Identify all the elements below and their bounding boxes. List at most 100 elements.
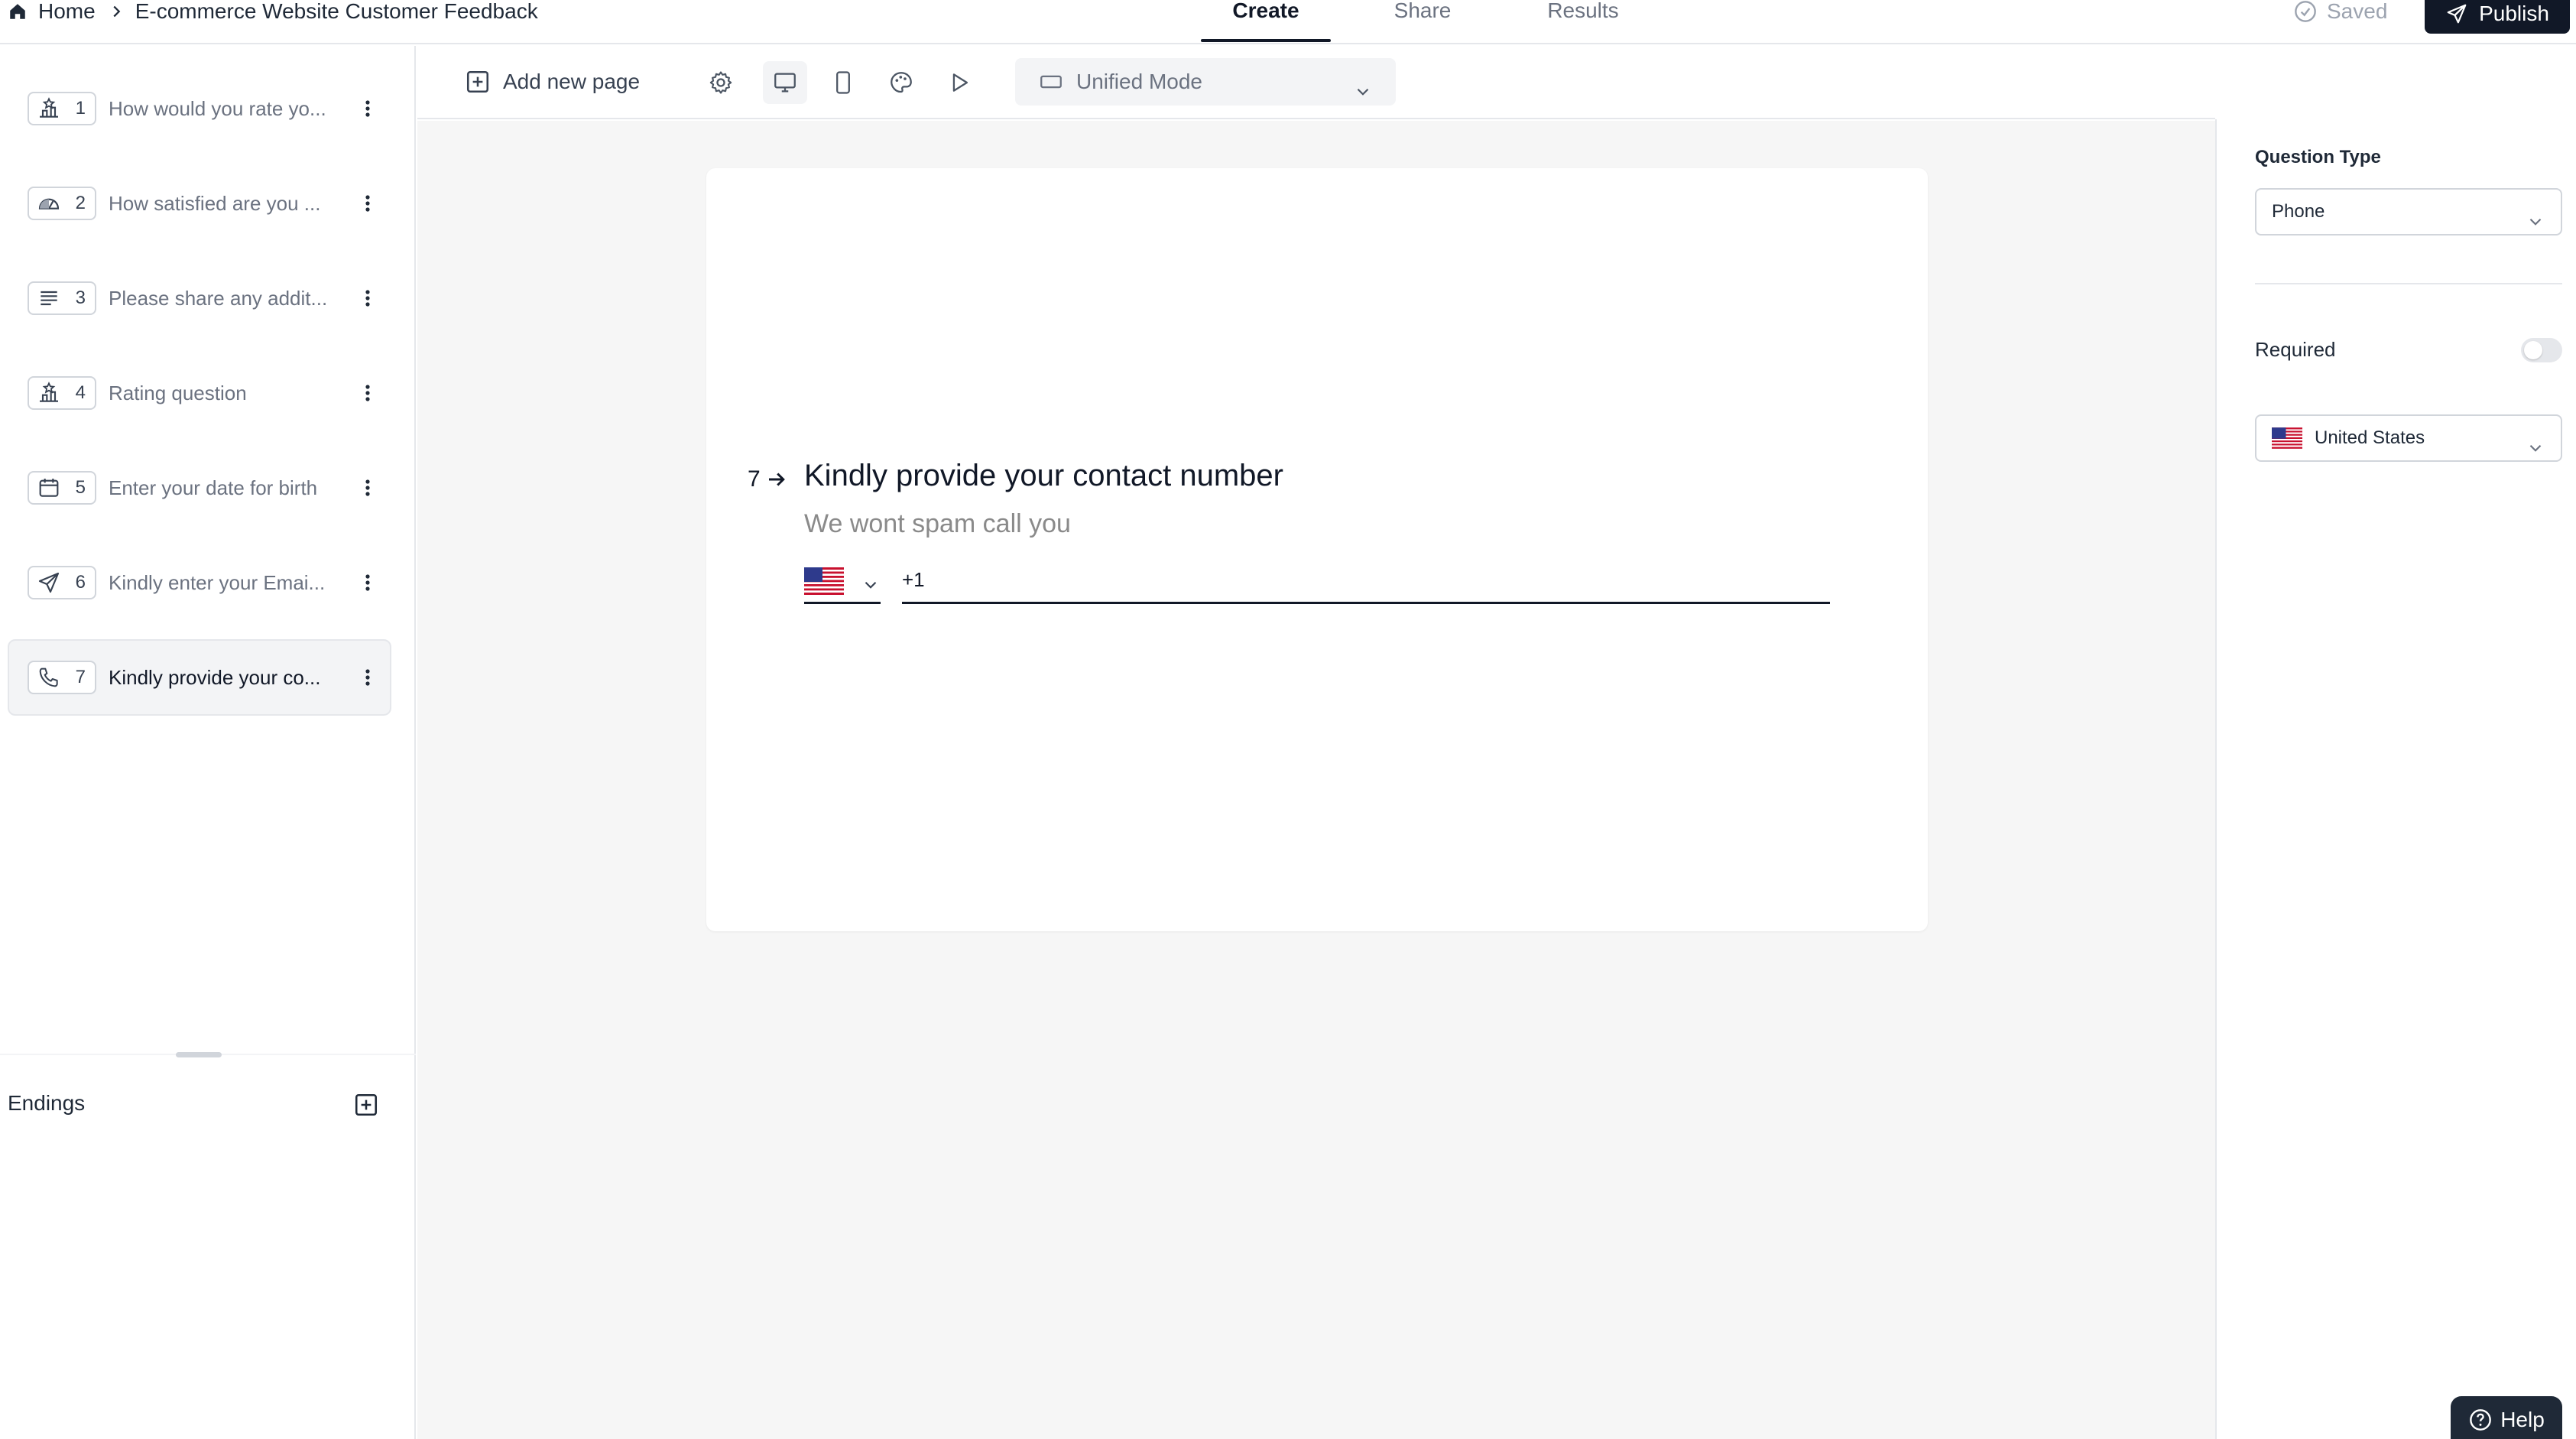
publish-label: Publish bbox=[2479, 2, 2549, 25]
required-toggle[interactable] bbox=[2521, 338, 2562, 362]
question-number: 7 bbox=[748, 466, 761, 492]
question-number-indicator: 7 bbox=[748, 466, 788, 492]
country-select-value: United States bbox=[2315, 427, 2425, 448]
mode-select-value: Unified Mode bbox=[1076, 70, 1202, 93]
question-type-label: Question Type bbox=[2255, 147, 2381, 167]
question-label: Rating question bbox=[109, 381, 247, 404]
more-vertical-icon[interactable] bbox=[356, 192, 379, 215]
plus-square-icon bbox=[465, 69, 491, 95]
home-icon[interactable] bbox=[8, 2, 28, 21]
question-badge: 7 bbox=[28, 661, 96, 694]
help-label: Help bbox=[2500, 1408, 2545, 1431]
question-title[interactable]: Kindly provide your contact number bbox=[804, 459, 1283, 493]
question-label: Enter your date for birth bbox=[109, 476, 318, 499]
toggle-knob bbox=[2524, 341, 2542, 359]
editor-canvas: 7 Kindly provide your contact number We … bbox=[417, 121, 2215, 1439]
question-number: 4 bbox=[75, 382, 86, 403]
tab-share[interactable]: Share bbox=[1373, 0, 1472, 43]
more-vertical-icon[interactable] bbox=[356, 571, 379, 594]
add-ending-icon[interactable] bbox=[353, 1092, 379, 1118]
save-status: Saved bbox=[2293, 0, 2387, 23]
layout-icon bbox=[1038, 69, 1076, 95]
help-circle-icon bbox=[2468, 1408, 2493, 1432]
question-item-6[interactable]: 6 Kindly enter your Emai... bbox=[8, 544, 391, 621]
palette-icon bbox=[888, 70, 914, 96]
save-status-text: Saved bbox=[2327, 0, 2388, 23]
gear-icon bbox=[708, 70, 734, 96]
mode-select[interactable]: Unified Mode bbox=[1015, 58, 1396, 106]
question-card: 7 Kindly provide your contact number We … bbox=[706, 168, 1928, 931]
question-item-5[interactable]: 5 Enter your date for birth bbox=[8, 450, 391, 526]
default-country-select[interactable]: United States bbox=[2255, 414, 2562, 462]
rating-icon bbox=[37, 381, 61, 405]
publish-button[interactable]: Publish bbox=[2425, 0, 2570, 34]
question-number: 6 bbox=[75, 572, 86, 593]
question-badge: 4 bbox=[28, 376, 96, 410]
question-item-3[interactable]: 3 Please share any addit... bbox=[8, 260, 391, 336]
check-circle-icon bbox=[2293, 0, 2327, 24]
more-vertical-icon[interactable] bbox=[356, 382, 379, 404]
question-type-value: Phone bbox=[2272, 201, 2325, 222]
question-label: Kindly provide your co... bbox=[109, 665, 321, 689]
more-vertical-icon[interactable] bbox=[356, 97, 379, 120]
breadcrumb-home-link[interactable]: Home bbox=[38, 0, 96, 24]
theme-button[interactable] bbox=[879, 61, 923, 104]
tab-create[interactable]: Create bbox=[1201, 0, 1331, 43]
endings-heading: Endings bbox=[8, 1091, 86, 1115]
long-text-icon bbox=[37, 286, 61, 310]
question-description[interactable]: We wont spam call you bbox=[804, 509, 1071, 539]
chevron-right-icon bbox=[96, 3, 135, 20]
question-item-4[interactable]: 4 Rating question bbox=[8, 355, 391, 431]
question-item-1[interactable]: 1 How would you rate yo... bbox=[8, 70, 391, 147]
question-item-7[interactable]: 7 Kindly provide your co... bbox=[8, 639, 391, 716]
smartphone-icon bbox=[830, 70, 856, 96]
phone-icon bbox=[37, 665, 61, 690]
calendar-icon bbox=[37, 476, 61, 500]
form-title[interactable]: E-commerce Website Customer Feedback bbox=[135, 0, 538, 24]
monitor-icon bbox=[772, 70, 798, 96]
breadcrumb: Home E-commerce Website Customer Feedbac… bbox=[8, 0, 538, 23]
top-bar: Home E-commerce Website Customer Feedbac… bbox=[0, 0, 2576, 44]
question-badge: 3 bbox=[28, 281, 96, 315]
phone-number-input[interactable] bbox=[902, 558, 1830, 604]
question-label: How would you rate yo... bbox=[109, 96, 326, 120]
question-badge: 1 bbox=[28, 92, 96, 125]
question-item-2[interactable]: 2 How satisfied are you ... bbox=[8, 165, 391, 242]
panel-divider bbox=[2255, 283, 2562, 284]
help-button[interactable]: Help bbox=[2451, 1396, 2562, 1439]
send-icon bbox=[2445, 2, 2468, 25]
arrow-right-icon bbox=[761, 468, 788, 491]
preview-play-button[interactable] bbox=[937, 61, 981, 104]
question-number: 1 bbox=[75, 98, 86, 119]
question-number: 5 bbox=[75, 477, 86, 498]
us-flag-icon bbox=[2272, 427, 2315, 449]
settings-button[interactable] bbox=[699, 61, 743, 104]
question-label: Kindly enter your Emai... bbox=[109, 570, 326, 594]
resize-handle[interactable] bbox=[176, 1052, 222, 1057]
question-number: 3 bbox=[75, 287, 86, 308]
active-tab-indicator bbox=[1201, 39, 1331, 42]
required-label: Required bbox=[2255, 338, 2336, 361]
gauge-icon bbox=[37, 191, 61, 216]
question-type-select[interactable]: Phone bbox=[2255, 188, 2562, 236]
question-number: 7 bbox=[75, 667, 86, 687]
editor-toolbar: Add new page Unified Mode bbox=[417, 46, 2215, 119]
question-label: How satisfied are you ... bbox=[109, 191, 321, 215]
rating-icon bbox=[37, 96, 61, 121]
more-vertical-icon[interactable] bbox=[356, 476, 379, 499]
tab-results[interactable]: Results bbox=[1533, 0, 1633, 43]
question-label: Please share any addit... bbox=[109, 286, 328, 310]
question-settings-panel: Question Type Phone Required United Stat… bbox=[2215, 119, 2576, 1439]
send-icon bbox=[37, 570, 61, 595]
question-badge: 5 bbox=[28, 471, 96, 505]
more-vertical-icon[interactable] bbox=[356, 287, 379, 310]
more-vertical-icon[interactable] bbox=[356, 666, 379, 689]
mobile-preview-button[interactable] bbox=[821, 61, 865, 104]
add-new-page-button[interactable]: Add new page bbox=[465, 67, 640, 96]
country-code-picker[interactable] bbox=[804, 558, 881, 604]
play-icon bbox=[946, 70, 972, 96]
question-badge: 6 bbox=[28, 566, 96, 599]
desktop-preview-button[interactable] bbox=[763, 61, 807, 104]
question-number: 2 bbox=[75, 193, 86, 213]
question-badge: 2 bbox=[28, 187, 96, 220]
